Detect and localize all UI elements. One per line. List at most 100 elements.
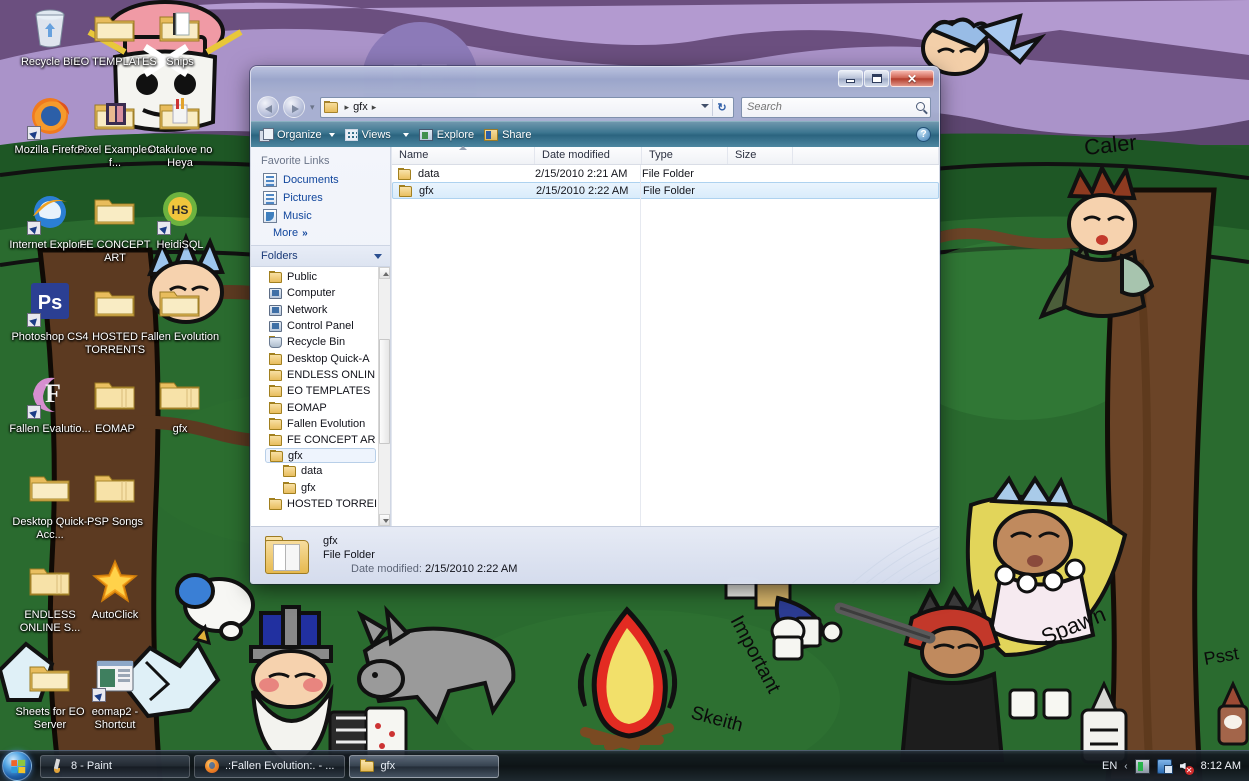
- column-header[interactable]: Type: [642, 147, 728, 164]
- tree-node[interactable]: ENDLESS ONLIN: [251, 367, 378, 383]
- tree-node[interactable]: data: [251, 463, 378, 479]
- scrollbar-thumb[interactable]: [379, 339, 390, 444]
- window-title-bar[interactable]: ✕: [251, 67, 939, 93]
- folder-icon: [360, 759, 375, 773]
- tree-node[interactable]: FE CONCEPT AR: [251, 432, 378, 448]
- organize-label: Organize: [277, 128, 322, 141]
- desktop-icon[interactable]: Snips: [135, 5, 225, 69]
- tree-node[interactable]: HOSTED TORREI: [251, 496, 378, 512]
- show-hidden-icons-chevron-icon[interactable]: ‹: [1124, 761, 1127, 772]
- taskbar-button[interactable]: gfx: [349, 754, 500, 778]
- taskbar-button[interactable]: 8 - Paint: [40, 754, 190, 778]
- tree-node[interactable]: EOMAP: [251, 399, 378, 415]
- search-box[interactable]: [741, 96, 931, 118]
- table-row[interactable]: gfx 2/15/2010 2:22 AM File Folder: [392, 182, 939, 199]
- file-rows[interactable]: data 2/15/2010 2:21 AM File Folder gfx 2…: [392, 165, 939, 526]
- tree-node[interactable]: gfx: [251, 480, 378, 496]
- tree-node[interactable]: Computer: [251, 285, 378, 301]
- clock[interactable]: 8:12 AM: [1201, 760, 1241, 772]
- refresh-button[interactable]: ↻: [712, 98, 731, 116]
- folder-tree[interactable]: Public Computer Network Control Panel Re…: [251, 267, 390, 526]
- tree-node[interactable]: Control Panel: [251, 318, 378, 334]
- search-input[interactable]: [747, 101, 925, 113]
- folder-icon: [269, 498, 283, 510]
- folder-icon: [265, 535, 311, 575]
- table-row[interactable]: data 2/15/2010 2:21 AM File Folder: [392, 165, 939, 182]
- tree-node[interactable]: EO TEMPLATES: [251, 383, 378, 399]
- folder-icon: [91, 465, 139, 513]
- pictures-icon: [263, 191, 277, 205]
- tree-node[interactable]: Public: [251, 269, 378, 285]
- desktop-icon[interactable]: Otakulove no Heya: [135, 93, 225, 169]
- column-header-row[interactable]: Name Date modified Type Size: [392, 146, 939, 165]
- column-header[interactable]: Date modified: [535, 147, 642, 164]
- tree-node-label: data: [301, 465, 323, 478]
- back-button[interactable]: [257, 96, 279, 118]
- taskbar-button-label: gfx: [380, 760, 396, 772]
- views-button[interactable]: Views: [344, 128, 409, 141]
- forward-button[interactable]: [283, 96, 305, 118]
- share-button[interactable]: Share: [484, 128, 531, 141]
- folder-icon: [269, 417, 283, 430]
- organize-icon: [259, 128, 274, 142]
- column-header[interactable]: Size: [728, 147, 793, 164]
- favorite-link-music[interactable]: Music: [251, 207, 390, 225]
- organize-button[interactable]: Organize: [259, 128, 335, 142]
- folders-label: Folders: [261, 250, 298, 262]
- desktop-icon[interactable]: PSP Songs: [70, 465, 160, 529]
- scroll-down-button[interactable]: [379, 514, 390, 526]
- tree-node[interactable]: Desktop Quick-A: [251, 350, 378, 366]
- address-bar[interactable]: ▸ gfx ▸ ↻: [319, 96, 734, 118]
- tree-node[interactable]: Network: [251, 302, 378, 318]
- folder-icon: [156, 372, 204, 420]
- tree-node[interactable]: gfx: [265, 448, 376, 464]
- svg-text:HS: HS: [172, 203, 189, 217]
- tree-node[interactable]: Recycle Bin: [251, 334, 378, 350]
- folders-section-header[interactable]: Folders: [251, 245, 390, 267]
- volume-muted-icon[interactable]: [1179, 759, 1194, 775]
- desktop-icon[interactable]: HS HeidiSQL: [135, 188, 225, 252]
- recent-pages-chevron-icon[interactable]: ▾: [310, 102, 315, 113]
- start-button[interactable]: [2, 751, 32, 781]
- tree-node-label: Computer: [287, 287, 336, 300]
- taskbar-button-label: 8 - Paint: [71, 760, 112, 772]
- taskbar-button-label: .:Fallen Evolution:. - ...: [225, 760, 335, 772]
- folder-icon: [91, 93, 139, 141]
- favorite-link-documents[interactable]: Documents: [251, 171, 390, 189]
- desktop-icon[interactable]: AutoClick: [70, 558, 160, 622]
- explorer-window[interactable]: ✕ ▾ ▸ gfx ▸ ↻ Organize Views: [250, 66, 940, 584]
- chevron-down-icon[interactable]: [374, 253, 382, 259]
- tree-scrollbar[interactable]: [378, 267, 390, 526]
- network-icon[interactable]: [1156, 758, 1173, 774]
- maximize-button[interactable]: [864, 70, 889, 87]
- taskbar-button[interactable]: .:Fallen Evolution:. - ...: [194, 754, 346, 778]
- details-pane: gfx File Folder Date modified: 2/15/2010…: [251, 526, 939, 583]
- column-header[interactable]: Name: [392, 146, 535, 164]
- taskbar[interactable]: 8 - Paint .:Fallen Evolution:. - ... gfx…: [0, 750, 1249, 781]
- search-icon: [916, 101, 925, 111]
- file-list-pane[interactable]: Name Date modified Type Size data 2/15/2010…: [391, 146, 939, 526]
- photoshop-icon: Ps: [26, 280, 74, 328]
- command-bar: Organize Views Explore Share ?: [251, 121, 939, 147]
- row-name: data: [418, 167, 440, 180]
- shortcut-arrow-icon: [27, 126, 41, 140]
- scroll-up-button[interactable]: [379, 267, 390, 279]
- breadcrumb-current[interactable]: gfx: [353, 101, 368, 113]
- breadcrumb-separator-trailing-icon[interactable]: ▸: [372, 102, 377, 113]
- tree-node[interactable]: Fallen Evolution: [251, 416, 378, 432]
- desktop-icon[interactable]: eomap2 - Shortcut: [70, 655, 160, 731]
- control-panel-icon: [269, 320, 283, 333]
- row-name-cell: gfx: [393, 184, 536, 197]
- desktop-icon[interactable]: Fallen Evolution: [135, 280, 225, 344]
- more-links-button[interactable]: More »: [251, 225, 390, 245]
- minimize-button[interactable]: [838, 70, 863, 87]
- network-status-icon[interactable]: [1134, 758, 1150, 774]
- explore-button[interactable]: Explore: [418, 128, 474, 141]
- folder-icon: [91, 5, 139, 53]
- help-button[interactable]: ?: [916, 127, 931, 142]
- language-indicator[interactable]: EN: [1102, 760, 1117, 772]
- close-button[interactable]: ✕: [890, 70, 934, 87]
- desktop-icon[interactable]: gfx: [135, 372, 225, 436]
- favorite-link-pictures[interactable]: Pictures: [251, 189, 390, 207]
- address-dropdown-icon[interactable]: [701, 103, 709, 108]
